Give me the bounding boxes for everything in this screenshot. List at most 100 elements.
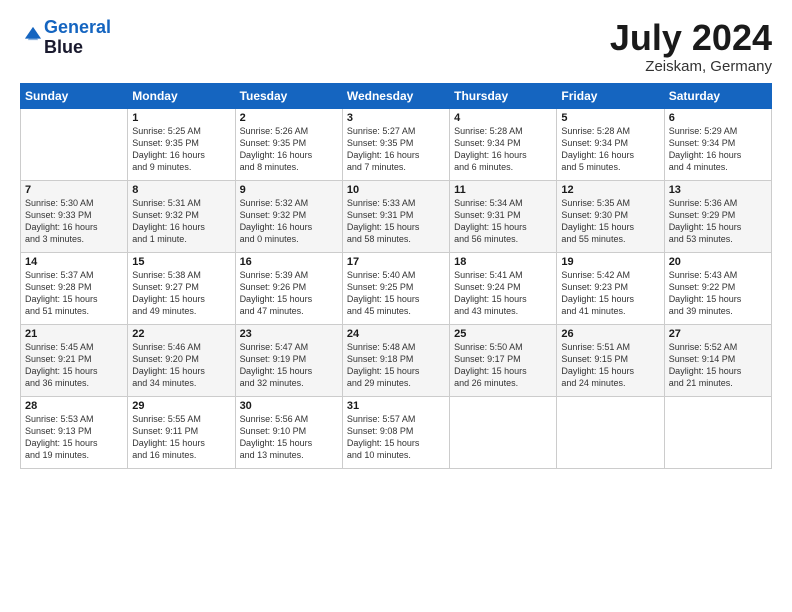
week-row-2: 7Sunrise: 5:30 AM Sunset: 9:33 PM Daylig… (21, 180, 772, 252)
calendar-cell: 15Sunrise: 5:38 AM Sunset: 9:27 PM Dayli… (128, 252, 235, 324)
day-number: 3 (347, 112, 445, 124)
day-info: Sunrise: 5:35 AM Sunset: 9:30 PM Dayligh… (561, 197, 659, 246)
day-number: 14 (25, 256, 123, 268)
day-number: 2 (240, 112, 338, 124)
day-info: Sunrise: 5:39 AM Sunset: 9:26 PM Dayligh… (240, 269, 338, 318)
title-block: July 2024 Zeiskam, Germany (610, 18, 772, 75)
day-info: Sunrise: 5:52 AM Sunset: 9:14 PM Dayligh… (669, 341, 767, 390)
day-number: 29 (132, 400, 230, 412)
calendar-cell: 3Sunrise: 5:27 AM Sunset: 9:35 PM Daylig… (342, 108, 449, 180)
day-number: 6 (669, 112, 767, 124)
day-info: Sunrise: 5:37 AM Sunset: 9:28 PM Dayligh… (25, 269, 123, 318)
day-info: Sunrise: 5:28 AM Sunset: 9:34 PM Dayligh… (454, 125, 552, 174)
day-number: 11 (454, 184, 552, 196)
month-title: July 2024 (610, 18, 772, 58)
logo-icon (22, 24, 44, 46)
day-info: Sunrise: 5:25 AM Sunset: 9:35 PM Dayligh… (132, 125, 230, 174)
week-row-1: 1Sunrise: 5:25 AM Sunset: 9:35 PM Daylig… (21, 108, 772, 180)
col-header-thursday: Thursday (450, 83, 557, 108)
week-row-3: 14Sunrise: 5:37 AM Sunset: 9:28 PM Dayli… (21, 252, 772, 324)
day-info: Sunrise: 5:38 AM Sunset: 9:27 PM Dayligh… (132, 269, 230, 318)
day-info: Sunrise: 5:45 AM Sunset: 9:21 PM Dayligh… (25, 341, 123, 390)
calendar-table: SundayMondayTuesdayWednesdayThursdayFrid… (20, 83, 772, 469)
calendar-cell: 19Sunrise: 5:42 AM Sunset: 9:23 PM Dayli… (557, 252, 664, 324)
day-number: 4 (454, 112, 552, 124)
calendar-cell: 23Sunrise: 5:47 AM Sunset: 9:19 PM Dayli… (235, 324, 342, 396)
calendar-cell: 16Sunrise: 5:39 AM Sunset: 9:26 PM Dayli… (235, 252, 342, 324)
day-info: Sunrise: 5:31 AM Sunset: 9:32 PM Dayligh… (132, 197, 230, 246)
day-number: 8 (132, 184, 230, 196)
day-info: Sunrise: 5:50 AM Sunset: 9:17 PM Dayligh… (454, 341, 552, 390)
header: General Blue July 2024 Zeiskam, Germany (20, 18, 772, 75)
day-info: Sunrise: 5:51 AM Sunset: 9:15 PM Dayligh… (561, 341, 659, 390)
calendar-cell: 21Sunrise: 5:45 AM Sunset: 9:21 PM Dayli… (21, 324, 128, 396)
page: General Blue July 2024 Zeiskam, Germany … (0, 0, 792, 612)
calendar-cell: 20Sunrise: 5:43 AM Sunset: 9:22 PM Dayli… (664, 252, 771, 324)
day-number: 12 (561, 184, 659, 196)
day-info: Sunrise: 5:43 AM Sunset: 9:22 PM Dayligh… (669, 269, 767, 318)
calendar-cell: 25Sunrise: 5:50 AM Sunset: 9:17 PM Dayli… (450, 324, 557, 396)
col-header-wednesday: Wednesday (342, 83, 449, 108)
day-number: 17 (347, 256, 445, 268)
day-info: Sunrise: 5:36 AM Sunset: 9:29 PM Dayligh… (669, 197, 767, 246)
col-header-sunday: Sunday (21, 83, 128, 108)
week-row-5: 28Sunrise: 5:53 AM Sunset: 9:13 PM Dayli… (21, 396, 772, 468)
calendar-cell: 6Sunrise: 5:29 AM Sunset: 9:34 PM Daylig… (664, 108, 771, 180)
day-number: 24 (347, 328, 445, 340)
calendar-cell: 8Sunrise: 5:31 AM Sunset: 9:32 PM Daylig… (128, 180, 235, 252)
day-number: 9 (240, 184, 338, 196)
logo: General Blue (20, 18, 111, 58)
day-number: 19 (561, 256, 659, 268)
calendar-cell (450, 396, 557, 468)
day-info: Sunrise: 5:41 AM Sunset: 9:24 PM Dayligh… (454, 269, 552, 318)
calendar-cell: 24Sunrise: 5:48 AM Sunset: 9:18 PM Dayli… (342, 324, 449, 396)
day-info: Sunrise: 5:30 AM Sunset: 9:33 PM Dayligh… (25, 197, 123, 246)
day-number: 7 (25, 184, 123, 196)
day-info: Sunrise: 5:55 AM Sunset: 9:11 PM Dayligh… (132, 413, 230, 462)
calendar-cell: 4Sunrise: 5:28 AM Sunset: 9:34 PM Daylig… (450, 108, 557, 180)
location: Zeiskam, Germany (610, 58, 772, 75)
day-number: 1 (132, 112, 230, 124)
day-info: Sunrise: 5:28 AM Sunset: 9:34 PM Dayligh… (561, 125, 659, 174)
day-info: Sunrise: 5:34 AM Sunset: 9:31 PM Dayligh… (454, 197, 552, 246)
day-info: Sunrise: 5:33 AM Sunset: 9:31 PM Dayligh… (347, 197, 445, 246)
week-row-4: 21Sunrise: 5:45 AM Sunset: 9:21 PM Dayli… (21, 324, 772, 396)
day-info: Sunrise: 5:56 AM Sunset: 9:10 PM Dayligh… (240, 413, 338, 462)
calendar-cell (21, 108, 128, 180)
day-number: 5 (561, 112, 659, 124)
day-number: 16 (240, 256, 338, 268)
day-number: 31 (347, 400, 445, 412)
day-number: 26 (561, 328, 659, 340)
day-info: Sunrise: 5:46 AM Sunset: 9:20 PM Dayligh… (132, 341, 230, 390)
day-number: 25 (454, 328, 552, 340)
col-header-saturday: Saturday (664, 83, 771, 108)
calendar-cell: 14Sunrise: 5:37 AM Sunset: 9:28 PM Dayli… (21, 252, 128, 324)
calendar-cell: 18Sunrise: 5:41 AM Sunset: 9:24 PM Dayli… (450, 252, 557, 324)
calendar-cell (557, 396, 664, 468)
day-info: Sunrise: 5:27 AM Sunset: 9:35 PM Dayligh… (347, 125, 445, 174)
calendar-cell: 12Sunrise: 5:35 AM Sunset: 9:30 PM Dayli… (557, 180, 664, 252)
day-info: Sunrise: 5:29 AM Sunset: 9:34 PM Dayligh… (669, 125, 767, 174)
col-header-monday: Monday (128, 83, 235, 108)
calendar-cell: 28Sunrise: 5:53 AM Sunset: 9:13 PM Dayli… (21, 396, 128, 468)
calendar-cell: 7Sunrise: 5:30 AM Sunset: 9:33 PM Daylig… (21, 180, 128, 252)
col-header-friday: Friday (557, 83, 664, 108)
day-number: 21 (25, 328, 123, 340)
day-number: 23 (240, 328, 338, 340)
calendar-cell: 13Sunrise: 5:36 AM Sunset: 9:29 PM Dayli… (664, 180, 771, 252)
day-number: 30 (240, 400, 338, 412)
day-number: 13 (669, 184, 767, 196)
day-number: 27 (669, 328, 767, 340)
day-number: 22 (132, 328, 230, 340)
calendar-cell: 29Sunrise: 5:55 AM Sunset: 9:11 PM Dayli… (128, 396, 235, 468)
day-number: 10 (347, 184, 445, 196)
day-number: 20 (669, 256, 767, 268)
col-header-tuesday: Tuesday (235, 83, 342, 108)
calendar-cell: 27Sunrise: 5:52 AM Sunset: 9:14 PM Dayli… (664, 324, 771, 396)
calendar-cell: 10Sunrise: 5:33 AM Sunset: 9:31 PM Dayli… (342, 180, 449, 252)
day-number: 15 (132, 256, 230, 268)
calendar-cell (664, 396, 771, 468)
calendar-cell: 1Sunrise: 5:25 AM Sunset: 9:35 PM Daylig… (128, 108, 235, 180)
day-info: Sunrise: 5:48 AM Sunset: 9:18 PM Dayligh… (347, 341, 445, 390)
day-info: Sunrise: 5:53 AM Sunset: 9:13 PM Dayligh… (25, 413, 123, 462)
